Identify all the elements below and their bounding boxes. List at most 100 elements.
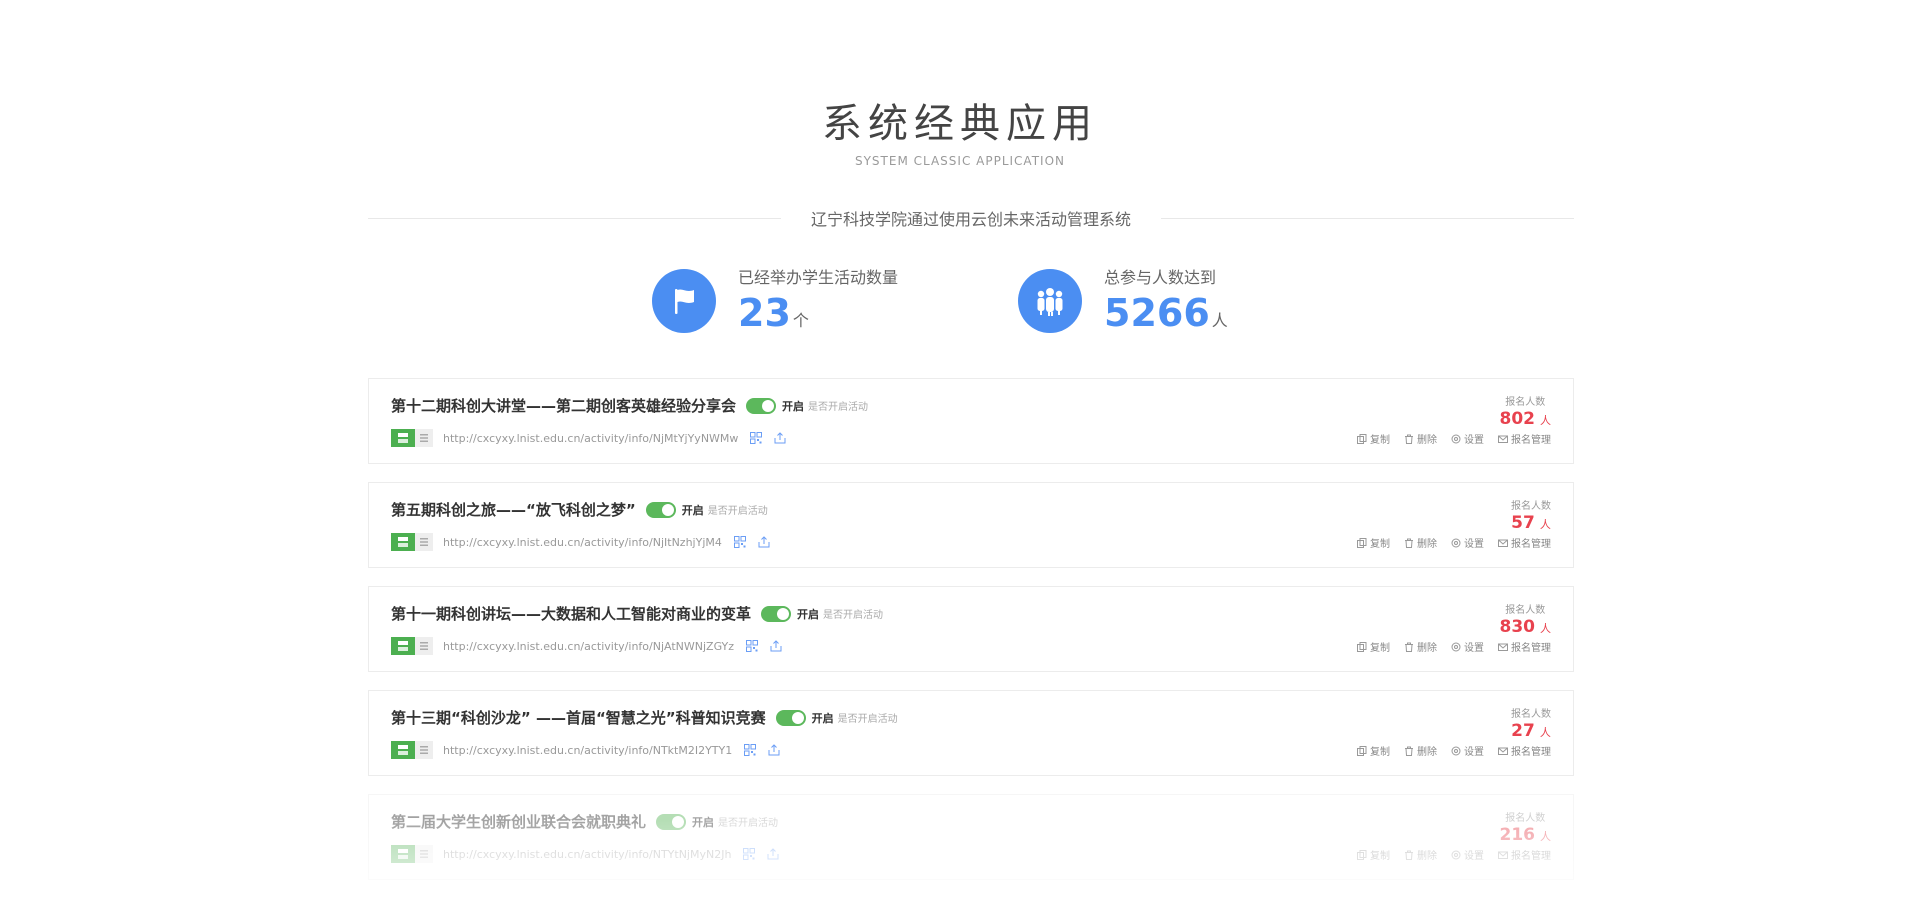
activity-toggle[interactable] [761, 605, 792, 622]
activity-title[interactable]: 第十二期科创大讲堂——第二期创客英雄经验分享会 [391, 395, 736, 416]
toggle-label: 开启 [782, 399, 805, 413]
stat-label: 总参与人数达到 [1104, 268, 1217, 287]
manage-signups-button[interactable]: 报名管理 [1498, 847, 1551, 862]
delete-label: 删除 [1417, 435, 1437, 446]
card-actions: 复制 删除 设置 报名管理 [1343, 847, 1551, 862]
qr-view-button[interactable] [391, 741, 415, 759]
mail-icon [1498, 643, 1508, 651]
delete-button[interactable]: 删除 [1404, 639, 1437, 654]
settings-button[interactable]: 设置 [1451, 847, 1484, 862]
list-icon [420, 538, 428, 546]
toggle-hint: 是否开启活动 [837, 714, 898, 725]
copy-label: 复制 [1370, 643, 1390, 654]
qrcode-icon[interactable] [733, 536, 746, 548]
qr-icon [398, 433, 408, 443]
activity-toggle[interactable] [746, 397, 777, 414]
copy-button[interactable]: 复制 [1357, 431, 1390, 446]
activity-toggle[interactable] [645, 501, 676, 518]
activity-url[interactable]: http://cxcyxy.lnist.edu.cn/activity/info… [443, 536, 722, 549]
gear-icon [1451, 434, 1461, 443]
copy-button[interactable]: 复制 [1357, 847, 1390, 862]
activity-card: 第十一期科创讲坛——大数据和人工智能对商业的变革 开启 是否开启活动 http:… [368, 586, 1574, 672]
settings-label: 设置 [1464, 747, 1484, 758]
qrcode-icon[interactable] [746, 640, 759, 652]
share-icon[interactable] [770, 640, 782, 652]
mail-icon [1498, 435, 1508, 443]
copy-icon [1357, 433, 1367, 444]
count-value: 27 [1511, 721, 1535, 741]
mail-icon [1498, 851, 1508, 859]
gear-icon [1451, 850, 1461, 859]
activity-toggle[interactable] [656, 813, 687, 830]
list-view-button[interactable] [415, 741, 433, 759]
qrcode-icon[interactable] [743, 848, 756, 860]
trash-icon [1405, 850, 1413, 860]
qr-view-button[interactable] [391, 637, 415, 655]
copy-icon [1357, 641, 1367, 652]
stat-participants: 总参与人数达到 5266 人 [1018, 268, 1268, 334]
tagline-row: 辽宁科技学院通过使用云创未来活动管理系统 [368, 206, 1575, 230]
qrcode-icon[interactable] [744, 744, 757, 756]
signup-count: 报名人数 830 人 [1500, 601, 1552, 637]
manage-signups-button[interactable]: 报名管理 [1498, 535, 1551, 550]
settings-button[interactable]: 设置 [1451, 535, 1484, 550]
qr-icon [398, 745, 408, 755]
share-icon[interactable] [774, 432, 786, 444]
trash-icon [1405, 538, 1413, 548]
list-view-button[interactable] [415, 845, 433, 863]
mail-icon [1498, 747, 1508, 755]
divider-left [368, 217, 781, 219]
stat-value: 5266 [1104, 291, 1210, 335]
signup-count: 报名人数 216 人 [1500, 809, 1552, 845]
share-icon[interactable] [767, 848, 779, 860]
settings-button[interactable]: 设置 [1451, 431, 1484, 446]
qr-view-button[interactable] [391, 845, 415, 863]
list-view-button[interactable] [415, 429, 433, 447]
list-icon [420, 746, 428, 754]
qrcode-icon[interactable] [750, 432, 763, 444]
qr-view-button[interactable] [391, 533, 415, 551]
copy-button[interactable]: 复制 [1357, 639, 1390, 654]
activity-title[interactable]: 第十一期科创讲坛——大数据和人工智能对商业的变革 [391, 603, 751, 624]
signup-count: 报名人数 802 人 [1500, 393, 1552, 429]
delete-button[interactable]: 删除 [1404, 847, 1437, 862]
list-view-button[interactable] [415, 637, 433, 655]
activity-url[interactable]: http://cxcyxy.lnist.edu.cn/activity/info… [443, 640, 734, 653]
delete-button[interactable]: 删除 [1404, 743, 1437, 758]
activity-title[interactable]: 第二届大学生创新创业联合会就职典礼 [391, 811, 646, 832]
section-title: 系统经典应用 [822, 101, 1098, 147]
activity-url[interactable]: http://cxcyxy.lnist.edu.cn/activity/info… [443, 744, 732, 757]
share-icon[interactable] [758, 536, 770, 548]
activity-title[interactable]: 第五期科创之旅——“放飞科创之梦” [391, 499, 636, 520]
count-value: 57 [1511, 513, 1535, 533]
settings-label: 设置 [1464, 435, 1484, 446]
copy-button[interactable]: 复制 [1357, 743, 1390, 758]
activity-toggle[interactable] [775, 709, 806, 726]
toggle-label: 开启 [681, 503, 704, 517]
manage-signups-button[interactable]: 报名管理 [1498, 743, 1551, 758]
gear-icon [1451, 538, 1461, 547]
settings-button[interactable]: 设置 [1451, 639, 1484, 654]
divider-right [1161, 217, 1575, 219]
count-label: 报名人数 [1505, 813, 1546, 824]
delete-button[interactable]: 删除 [1404, 535, 1437, 550]
toggle-label: 开启 [797, 607, 820, 621]
gear-icon [1451, 746, 1461, 755]
delete-label: 删除 [1417, 539, 1437, 550]
qr-view-button[interactable] [391, 429, 415, 447]
toggle-label: 开启 [811, 711, 834, 725]
list-view-button[interactable] [415, 533, 433, 551]
activity-url[interactable]: http://cxcyxy.lnist.edu.cn/activity/info… [443, 848, 731, 861]
manage-signups-button[interactable]: 报名管理 [1498, 639, 1551, 654]
settings-button[interactable]: 设置 [1451, 743, 1484, 758]
delete-label: 删除 [1417, 851, 1437, 862]
activity-title[interactable]: 第十三期“科创沙龙” ——首届“智慧之光”科普知识竞赛 [391, 707, 766, 728]
share-icon[interactable] [768, 744, 780, 756]
activity-url[interactable]: http://cxcyxy.lnist.edu.cn/activity/info… [443, 432, 738, 445]
copy-label: 复制 [1370, 851, 1390, 862]
manage-label: 报名管理 [1511, 539, 1551, 550]
copy-button[interactable]: 复制 [1357, 535, 1390, 550]
delete-button[interactable]: 删除 [1404, 431, 1437, 446]
count-unit: 人 [1540, 622, 1551, 635]
manage-signups-button[interactable]: 报名管理 [1498, 431, 1551, 446]
